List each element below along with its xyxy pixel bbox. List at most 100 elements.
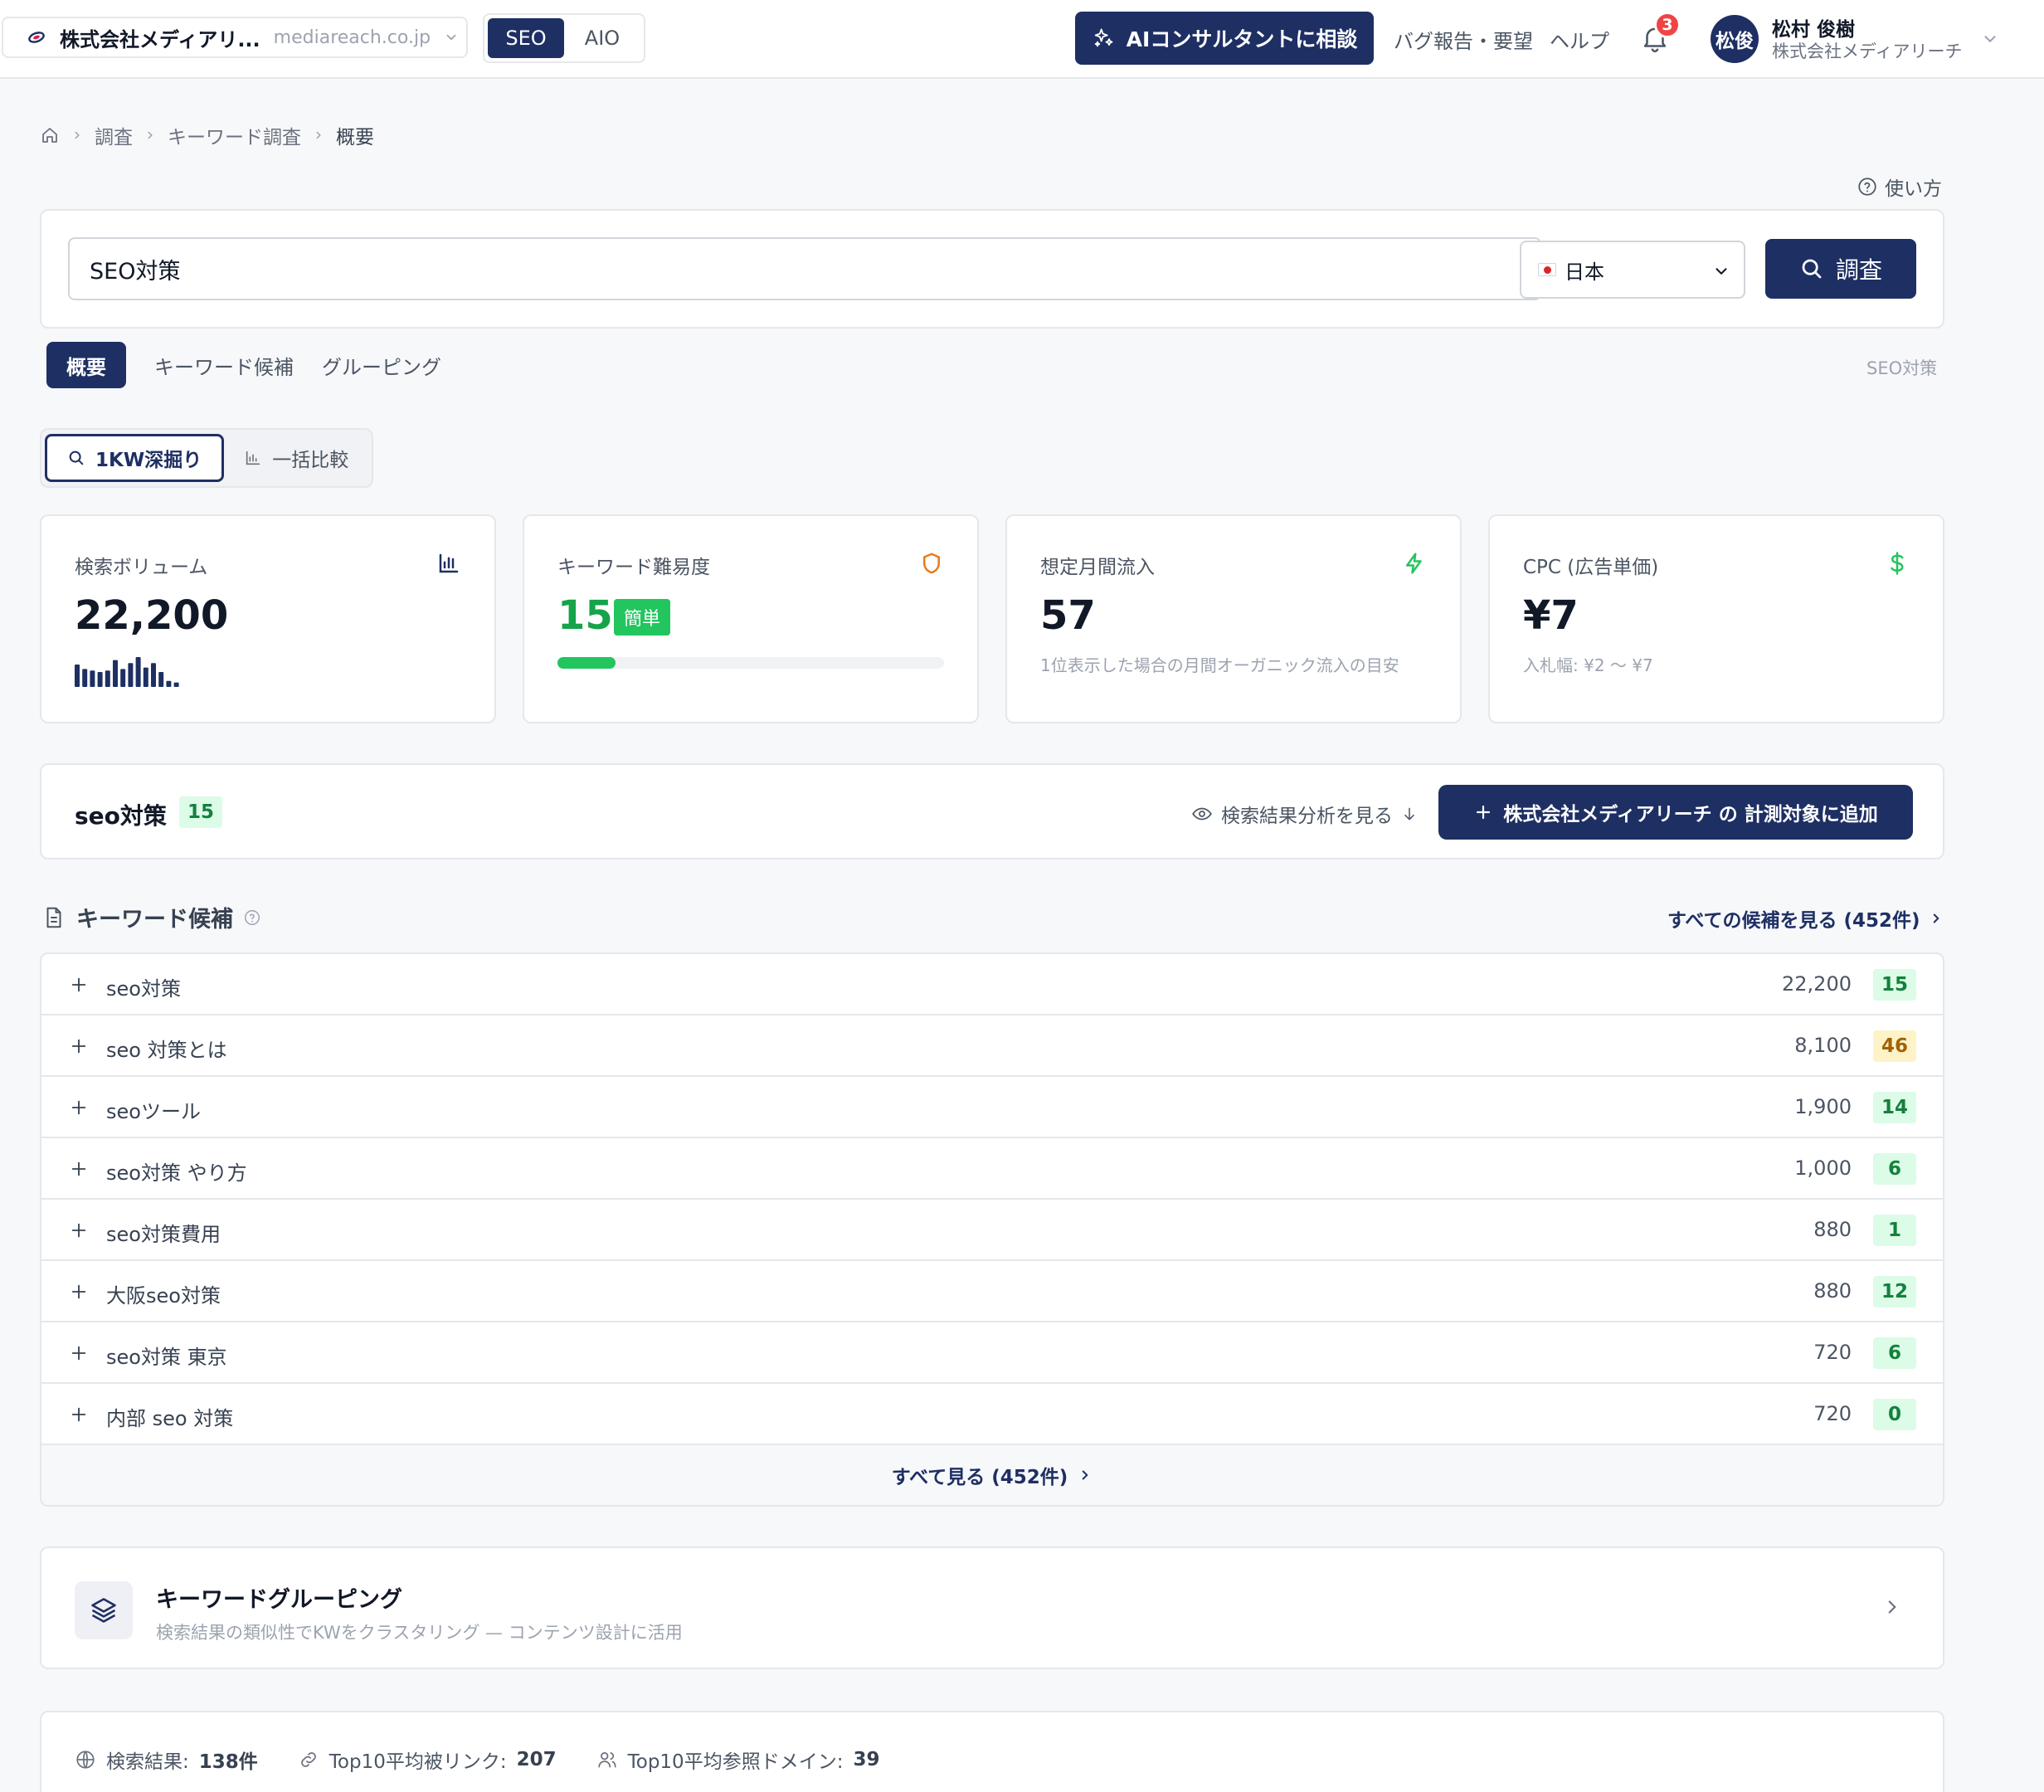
add-to-tracking-button[interactable]: 株式会社メディアリーチ の 計測対象に追加 [1438,785,1913,840]
bug-report-link[interactable]: バグ報告・要望 [1394,25,1533,54]
sparkle-icon [1092,27,1115,50]
arrow-down-icon [1401,806,1418,822]
breadcrumb-item-research[interactable]: 調査 [95,121,133,149]
plus-icon[interactable] [70,1037,88,1055]
avatar[interactable]: 松俊 [1711,15,1759,63]
plus-icon[interactable] [70,1098,88,1117]
breadcrumb-item-keyword-research[interactable]: キーワード調査 [168,121,301,149]
candidate-volume: 720 [1813,1341,1852,1364]
candidate-keyword[interactable]: seo対策 やり方 [106,1157,247,1186]
table-row[interactable]: seo対策 東京 720 6 [41,1322,1943,1384]
table-row[interactable]: seo対策 22,200 15 [41,954,1943,1015]
help-link[interactable]: ヘルプ [1550,25,1609,54]
serp-analysis-label: 検索結果分析を見る [1221,806,1393,827]
trend-bar [128,663,134,687]
question-circle-icon[interactable] [243,908,261,927]
deep-dive-button[interactable]: 1KW深掘り [45,434,225,482]
candidate-keyword[interactable]: seo 対策とは [106,1034,227,1063]
ai-consultant-label: AIコンサルタントに相談 [1126,27,1358,51]
plus-icon[interactable] [70,1221,88,1239]
candidate-keyword[interactable]: 大阪seo対策 [106,1279,221,1308]
bulk-compare-button[interactable]: 一括比較 [244,434,348,482]
country-select[interactable]: 日本 [1520,241,1745,299]
candidate-difficulty-badge: 6 [1873,1153,1916,1185]
main-tabs: 概要 キーワード候補 グルーピング [46,342,441,388]
chevron-down-icon [444,30,459,45]
plus-icon[interactable] [70,1405,88,1424]
table-row[interactable]: 内部 seo 対策 720 0 [41,1384,1943,1445]
keyword-summary-card: seo対策 15 検索結果分析を見る 株式会社メディアリーチ の 計測対象に追加 [40,763,1944,859]
search-icon [1799,256,1824,281]
tab-overview[interactable]: 概要 [46,342,126,388]
keyword-grouping-card[interactable]: キーワードグルーピング 検索結果の類似性でKWをクラスタリング — コンテンツ設… [40,1546,1944,1669]
shield-icon [919,551,944,576]
current-keyword-label: SEO対策 [1866,358,1938,378]
view-all-candidates-label: すべての候補を見る (452件) [1667,910,1920,932]
ai-consultant-button[interactable]: AIコンサルタントに相談 [1075,12,1374,65]
candidate-volume: 1,900 [1794,1095,1852,1118]
trend-bar [151,663,156,687]
table-row[interactable]: seoツール 1,900 14 [41,1077,1943,1138]
mode-seo-button[interactable]: SEO [488,18,564,58]
search-volume-trend [75,657,179,687]
search-volume-label: 検索ボリューム [75,557,208,578]
table-row[interactable]: seo 対策とは 8,100 46 [41,1015,1943,1077]
table-row[interactable]: seo対策 やり方 1,000 6 [41,1138,1943,1200]
plus-icon [1473,802,1493,822]
candidate-keyword[interactable]: seo対策 東京 [106,1341,227,1370]
candidate-keyword[interactable]: seo対策 [106,972,181,1001]
plus-icon[interactable] [70,1344,88,1362]
candidate-volume: 720 [1813,1402,1852,1425]
candidate-difficulty-badge: 14 [1872,1092,1916,1123]
view-all-footer-link[interactable]: すべて見る (452件) [41,1445,1943,1505]
trend-bar [75,665,80,687]
site-logo-icon [27,27,46,47]
keyword-grouping-title: キーワードグルーピング [156,1587,402,1613]
home-icon[interactable] [40,125,60,145]
stat-referring-domains: Top10平均参照ドメイン: 39 [596,1746,879,1774]
tab-grouping[interactable]: グルーピング [322,342,441,388]
chevron-down-icon[interactable] [1981,30,1999,48]
bulk-compare-label: 一括比較 [272,450,349,471]
deep-dive-label: 1KW深掘り [95,450,202,471]
estimated-traffic-value: 57 [1040,592,1096,639]
add-to-tracking-label: 株式会社メディアリーチ の 計測対象に追加 [1503,804,1878,825]
stat-search-results-label: 検索結果: [106,1751,189,1773]
how-to-link[interactable]: 使い方 [1857,173,1942,201]
users-icon [596,1749,618,1770]
candidate-keyword[interactable]: 内部 seo 対策 [106,1402,233,1431]
tab-keyword-candidates[interactable]: キーワード候補 [154,342,294,388]
serp-analysis-link[interactable]: 検索結果分析を見る [1191,800,1418,828]
table-row[interactable]: seo対策費用 880 1 [41,1200,1943,1261]
analysis-mode-toggle: 1KW深掘り 一括比較 [40,428,373,488]
how-to-label: 使い方 [1885,178,1942,200]
plus-icon[interactable] [70,1160,88,1178]
keyword-difficulty-label: キーワード難易度 [557,557,710,578]
mode-aio-button[interactable]: AIO [569,18,635,58]
lightning-icon [1402,551,1427,576]
trend-bar [173,682,179,687]
stat-referring-domains-label: Top10平均参照ドメイン: [627,1751,844,1773]
site-domain: mediareach.co.jp [273,27,431,48]
site-name: 株式会社メディアリ... [60,27,260,51]
candidate-keyword[interactable]: seoツール [106,1095,201,1124]
candidate-difficulty-badge: 46 [1872,1030,1916,1062]
cpc-card: CPC (広告単価) ¥7 入札幅: ¥2 〜 ¥7 [1488,514,1944,723]
candidate-keyword[interactable]: seo対策費用 [106,1218,221,1247]
japan-flag-icon [1538,263,1556,276]
site-selector[interactable]: 株式会社メディアリ... mediareach.co.jp [2,17,468,58]
keyword-search-input[interactable]: SEO対策 [68,237,1541,300]
dollar-icon [1885,551,1910,576]
user-name[interactable]: 松村 俊樹 [1772,13,1855,41]
top-bar: 株式会社メディアリ... mediareach.co.jp SEO AIO AI… [0,0,2044,79]
research-button[interactable]: 調査 [1765,239,1916,299]
search-card: SEO対策 日本 調査 [40,209,1944,329]
plus-icon[interactable] [70,976,88,994]
search-volume-card: 検索ボリューム 22,200 [40,514,496,723]
candidate-difficulty-badge: 6 [1873,1337,1916,1369]
question-circle-icon [1857,176,1878,197]
table-row[interactable]: 大阪seo対策 880 12 [41,1261,1943,1322]
estimated-traffic-note: 1位表示した場合の月間オーガニック流入の目安 [1040,655,1399,675]
plus-icon[interactable] [70,1283,88,1301]
view-all-candidates-link[interactable]: すべての候補を見る (452件) [1667,904,1944,933]
